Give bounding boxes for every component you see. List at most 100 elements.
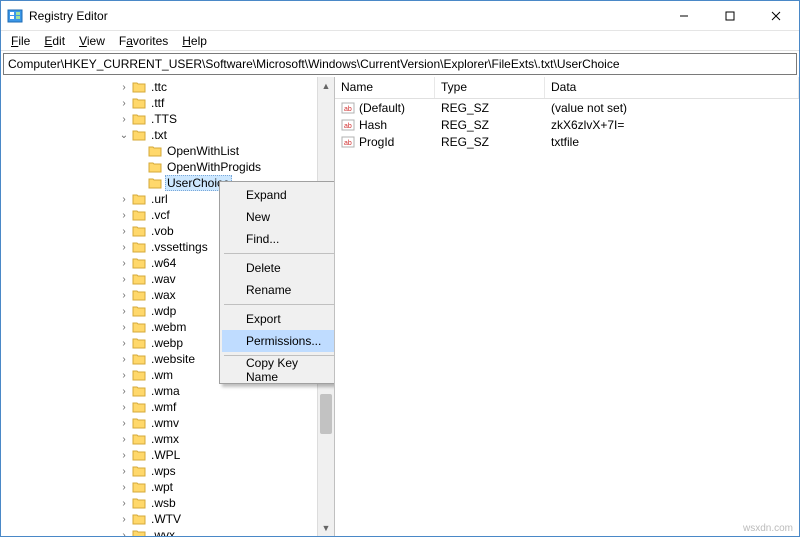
tree-item[interactable]: ›.wmf (1, 399, 334, 415)
value-name: Hash (359, 118, 387, 132)
value-data: zkX6zlvX+7I= (545, 118, 799, 132)
ctx-expand[interactable]: Expand (222, 184, 335, 206)
folder-icon (131, 320, 147, 334)
tree-item[interactable]: › .TTS (1, 111, 334, 127)
col-data[interactable]: Data (545, 77, 799, 98)
tree-item-label: .wpt (149, 480, 175, 494)
tree-item[interactable]: ›.wsb (1, 495, 334, 511)
tree-item-label: .TTS (149, 112, 179, 126)
tree-item[interactable]: ›.wmv (1, 415, 334, 431)
value-row[interactable]: ab(Default)REG_SZ(value not set) (335, 99, 799, 116)
tree-item-label: OpenWithList (165, 144, 241, 158)
minimize-button[interactable] (661, 1, 707, 31)
ctx-export[interactable]: Export (222, 308, 335, 330)
ctx-new[interactable]: New (222, 206, 335, 228)
string-value-icon: ab (341, 135, 355, 149)
title-bar[interactable]: Registry Editor (1, 1, 799, 31)
ctx-copy-key-name[interactable]: Copy Key Name (222, 359, 335, 381)
ctx-separator (224, 253, 335, 254)
folder-icon (131, 304, 147, 318)
chevron-right-icon[interactable]: › (117, 496, 131, 510)
chevron-right-icon[interactable]: › (117, 224, 131, 238)
tree-item[interactable]: ⌄ .txt (1, 127, 334, 143)
menu-favorites[interactable]: Favorites (113, 32, 174, 50)
chevron-right-icon[interactable]: › (117, 384, 131, 398)
ctx-delete[interactable]: Delete (222, 257, 335, 279)
tree-item[interactable]: OpenWithProgids (1, 159, 334, 175)
chevron-down-icon[interactable]: ⌄ (117, 128, 131, 142)
chevron-right-icon[interactable]: › (117, 368, 131, 382)
folder-icon (131, 272, 147, 286)
value-row[interactable]: abProgIdREG_SZtxtfile (335, 133, 799, 150)
tree-item[interactable]: ›.ttf (1, 95, 334, 111)
tree-item[interactable]: OpenWithList (1, 143, 334, 159)
chevron-right-icon[interactable]: › (117, 80, 131, 94)
chevron-right-icon[interactable]: › (117, 400, 131, 414)
chevron-right-icon[interactable]: › (117, 448, 131, 462)
tree-item[interactable]: ›.wmx (1, 431, 334, 447)
chevron-right-icon[interactable]: › (117, 320, 131, 334)
menu-view[interactable]: View (73, 32, 111, 50)
chevron-right-icon[interactable]: › (117, 416, 131, 430)
chevron-right-icon[interactable]: › (117, 464, 131, 478)
col-type[interactable]: Type (435, 77, 545, 98)
folder-icon (147, 144, 163, 158)
tree-item-label: .wps (149, 464, 178, 478)
chevron-right-icon[interactable]: › (117, 208, 131, 222)
chevron-right-icon[interactable]: › (117, 288, 131, 302)
app-icon (7, 8, 23, 24)
tree-item-label: .wvx (149, 528, 177, 536)
scroll-up-icon[interactable]: ▲ (318, 77, 334, 94)
tree-item-label: .webm (149, 320, 188, 334)
chevron-right-icon[interactable]: › (117, 512, 131, 526)
folder-icon (147, 176, 163, 190)
folder-icon (131, 464, 147, 478)
string-value-icon: ab (341, 118, 355, 132)
folder-icon (147, 160, 163, 174)
menu-help[interactable]: Help (176, 32, 213, 50)
folder-icon (131, 528, 147, 536)
chevron-right-icon[interactable]: › (117, 528, 131, 536)
tree-item[interactable]: ›.wma (1, 383, 334, 399)
menu-edit[interactable]: Edit (38, 32, 71, 50)
col-name[interactable]: Name (335, 77, 435, 98)
folder-icon (131, 96, 147, 110)
maximize-button[interactable] (707, 1, 753, 31)
chevron-right-icon[interactable]: › (117, 240, 131, 254)
menu-file[interactable]: File (5, 32, 36, 50)
tree-item[interactable]: ›.ttc (1, 79, 334, 95)
column-headers[interactable]: Name Type Data (335, 77, 799, 99)
tree-item[interactable]: ›.WTV (1, 511, 334, 527)
ctx-rename[interactable]: Rename (222, 279, 335, 301)
close-button[interactable] (753, 1, 799, 31)
ctx-find[interactable]: Find... (222, 228, 335, 250)
tree-item-label: .website (149, 352, 197, 366)
ctx-permissions[interactable]: Permissions... (222, 330, 335, 352)
tree-item-label: .txt (149, 128, 169, 142)
tree-item-label: .vssettings (149, 240, 210, 254)
chevron-right-icon[interactable]: › (117, 96, 131, 110)
tree-item[interactable]: ›.WPL (1, 447, 334, 463)
tree-item[interactable]: › .wpt (1, 479, 334, 495)
value-row[interactable]: abHashREG_SZzkX6zlvX+7I= (335, 116, 799, 133)
chevron-right-icon[interactable]: › (117, 352, 131, 366)
scroll-thumb[interactable] (320, 394, 332, 434)
tree-pane[interactable]: ›.ttc›.ttf›.TTS⌄.txtOpenWithListOpenWith… (1, 77, 335, 536)
chevron-right-icon[interactable]: › (117, 112, 131, 126)
value-data: txtfile (545, 135, 799, 149)
chevron-right-icon[interactable]: › (117, 272, 131, 286)
chevron-right-icon[interactable]: › (117, 192, 131, 206)
chevron-right-icon[interactable]: › (117, 480, 131, 494)
value-data: (value not set) (545, 101, 799, 115)
value-type: REG_SZ (435, 101, 545, 115)
address-bar[interactable]: Computer\HKEY_CURRENT_USER\Software\Micr… (3, 53, 797, 75)
chevron-right-icon[interactable]: › (117, 256, 131, 270)
chevron-right-icon[interactable]: › (117, 432, 131, 446)
tree-item[interactable]: › .wps (1, 463, 334, 479)
values-pane[interactable]: Name Type Data ab(Default)REG_SZ(value n… (335, 77, 799, 536)
chevron-right-icon[interactable]: › (117, 336, 131, 350)
folder-icon (131, 192, 147, 206)
tree-item[interactable]: › .wvx (1, 527, 334, 536)
chevron-right-icon[interactable]: › (117, 304, 131, 318)
scroll-down-icon[interactable]: ▼ (318, 519, 334, 536)
